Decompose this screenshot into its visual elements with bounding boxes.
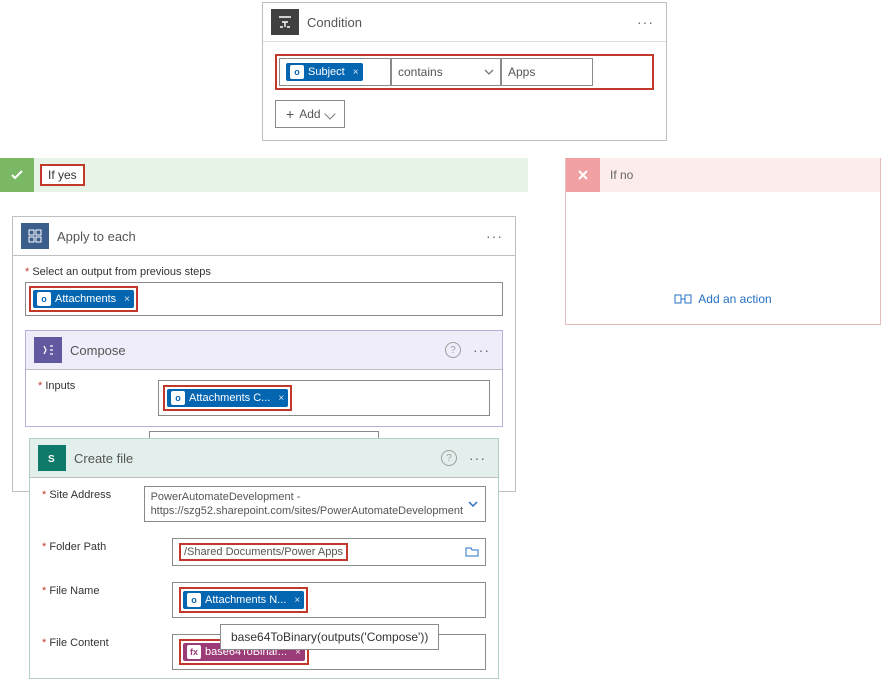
folder-path-row: Folder Path /Shared Documents/Power Apps [30, 530, 498, 574]
outlook-icon: o [171, 391, 185, 405]
more-icon[interactable]: ··· [633, 14, 658, 30]
compose-inputs-label: Inputs [38, 380, 158, 416]
condition-icon [271, 9, 299, 35]
condition-operand1[interactable]: o Subject × [279, 58, 391, 86]
svg-text:S: S [48, 454, 55, 465]
compose-header: Compose ? ··· [26, 331, 502, 370]
site-address-field[interactable]: PowerAutomateDevelopment - https://szg52… [144, 486, 486, 522]
site-name: PowerAutomateDevelopment - [151, 491, 463, 503]
if-yes-label: If yes [40, 164, 85, 186]
condition-operand2[interactable]: Apps [501, 58, 593, 86]
compose-chip-label: Attachments C... [189, 392, 270, 404]
folder-path-value: /Shared Documents/Power Apps [179, 543, 348, 561]
file-name-chip[interactable]: o Attachments N... × [183, 591, 304, 609]
condition-card: Condition ··· o Subject × contains Apps … [262, 2, 667, 141]
add-condition-button[interactable]: + Add [275, 100, 345, 128]
compose-icon [34, 337, 62, 363]
add-action-link[interactable]: Add an action [674, 292, 771, 306]
folder-path-field[interactable]: /Shared Documents/Power Apps [172, 538, 486, 566]
add-action-label: Add an action [698, 292, 771, 306]
select-output-field[interactable]: o Attachments × [25, 282, 503, 316]
condition-expression-row: o Subject × contains Apps [275, 54, 654, 90]
branch-if-no: If no Add an action [565, 158, 881, 325]
if-yes-header: If yes [0, 158, 528, 192]
file-name-field[interactable]: o Attachments N... × [172, 582, 486, 618]
site-url: https://szg52.sharepoint.com/sites/Power… [151, 505, 463, 517]
file-name-chip-label: Attachments N... [205, 594, 286, 606]
more-icon[interactable]: ··· [482, 228, 507, 244]
apply-to-each-header: Apply to each ··· [13, 217, 515, 256]
operand2-value: Apps [508, 65, 535, 79]
if-no-body: Add an action [566, 192, 880, 324]
chip-remove-icon[interactable]: × [294, 595, 300, 606]
attachments-chip[interactable]: o Attachments × [33, 290, 134, 308]
outlook-icon: o [187, 593, 201, 607]
select-output-label: Select an output from previous steps [25, 266, 503, 278]
compose-inputs-field[interactable]: o Attachments C... × [158, 380, 490, 416]
site-address-row: Site Address PowerAutomateDevelopment - … [30, 478, 498, 530]
loop-icon [21, 223, 49, 249]
folder-picker-icon[interactable] [465, 545, 479, 560]
compose-chip-wrap: o Attachments C... × [163, 385, 292, 411]
chevron-down-icon [324, 108, 335, 119]
chip-remove-icon[interactable]: × [278, 393, 284, 404]
compose-inputs-row: Inputs o Attachments C... × [26, 370, 502, 426]
sharepoint-icon: S [38, 445, 66, 471]
folder-path-label: Folder Path [42, 538, 172, 553]
if-no-header: If no [566, 158, 880, 192]
compose-card: Compose ? ··· Inputs o Attachments C... … [25, 330, 503, 427]
apply-to-each-title: Apply to each [57, 229, 482, 244]
create-file-expression: base64ToBinary(outputs('Compose')) [220, 624, 439, 650]
fx-icon: fx [187, 645, 201, 659]
file-name-label: File Name [42, 582, 172, 597]
subject-chip-label: Subject [308, 66, 345, 78]
add-label: Add [299, 107, 320, 121]
subject-chip[interactable]: o Subject × [286, 63, 363, 81]
file-name-chip-wrap: o Attachments N... × [179, 587, 308, 613]
create-file-title: Create file [74, 451, 441, 466]
condition-header: Condition ··· [263, 3, 666, 42]
site-address-label: Site Address [42, 486, 144, 501]
check-icon [0, 158, 34, 192]
more-icon[interactable]: ··· [465, 450, 490, 466]
condition-title: Condition [307, 15, 633, 30]
chip-remove-icon[interactable]: × [124, 294, 130, 305]
outlook-icon: o [37, 292, 51, 306]
chevron-down-icon [467, 498, 479, 510]
add-action-icon [674, 292, 692, 306]
if-no-label: If no [610, 168, 633, 182]
chip-remove-icon[interactable]: × [353, 67, 359, 78]
condition-body: o Subject × contains Apps + Add [263, 42, 666, 140]
attachments-chip-label: Attachments [55, 293, 116, 305]
compose-inputs-chip[interactable]: o Attachments C... × [167, 389, 288, 407]
chevron-down-icon [484, 67, 494, 77]
operator-label: contains [398, 65, 443, 79]
help-icon[interactable]: ? [445, 342, 461, 358]
condition-operator[interactable]: contains [391, 58, 501, 86]
more-icon[interactable]: ··· [469, 342, 494, 358]
outlook-icon: o [290, 65, 304, 79]
close-icon [566, 158, 600, 192]
attachments-chip-wrap: o Attachments × [29, 286, 138, 312]
compose-title: Compose [70, 343, 445, 358]
help-icon[interactable]: ? [441, 450, 457, 466]
create-file-header: S Create file ? ··· [30, 439, 498, 478]
file-name-row: File Name o Attachments N... × [30, 574, 498, 626]
